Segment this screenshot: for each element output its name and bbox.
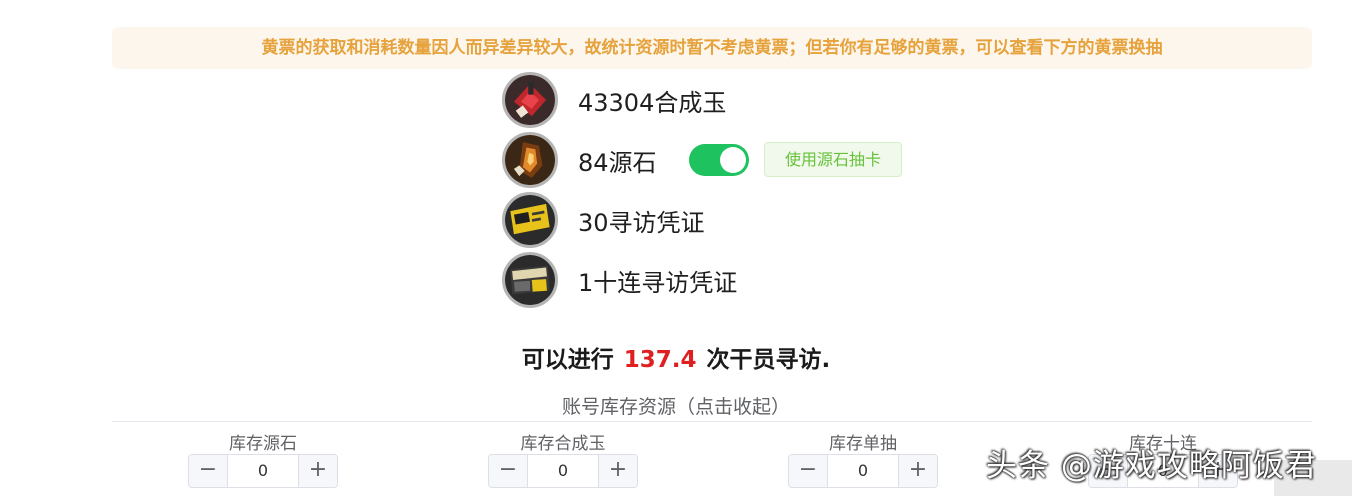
- decrement-button[interactable]: −: [489, 455, 528, 487]
- summary-prefix: 可以进行: [521, 347, 614, 373]
- resource-label: 84源石: [578, 148, 657, 177]
- pull-count-summary: 可以进行 137.4 次干员寻访.: [0, 340, 1352, 374]
- decrement-button[interactable]: −: [789, 455, 828, 487]
- stock-label-originite: 库存源石: [229, 434, 297, 454]
- use-originite-toggle[interactable]: [689, 144, 749, 176]
- stock-label-orundum: 库存合成玉: [520, 434, 606, 454]
- resource-row-ten-roll-permit: 1十连寻访凭证: [502, 250, 737, 310]
- stock-originite-stepper: − 0 +: [188, 454, 338, 488]
- stock-orundum-stepper: − 0 +: [488, 454, 638, 488]
- notice-banner: 黄票的获取和消耗数量因人而异差异较大，故统计资源时暂不考虑黄票；但若你有足够的黄…: [112, 27, 1312, 69]
- increment-button[interactable]: +: [298, 455, 337, 487]
- pull-count-value: 137.4: [623, 347, 697, 373]
- divider: [112, 421, 1312, 422]
- stock-originite-input[interactable]: 0: [228, 455, 298, 487]
- originite-icon: [502, 132, 558, 188]
- ten-roll-permit-icon: [502, 252, 558, 308]
- increment-button[interactable]: +: [598, 455, 637, 487]
- watermark: 头条 @游戏攻略阿饭君: [986, 448, 1317, 484]
- summary-suffix: 次干员寻访.: [706, 347, 831, 373]
- resource-row-originite: 84源石: [502, 130, 657, 190]
- resource-label: 30寻访凭证: [578, 208, 705, 237]
- stock-collapse-toggle[interactable]: 账号库存资源（点击收起）: [0, 392, 1352, 419]
- stock-single-pull-stepper: − 0 +: [788, 454, 938, 488]
- resource-row-headhunting-permit: 30寻访凭证: [502, 190, 705, 250]
- stock-label-single-pull: 库存单抽: [829, 434, 897, 454]
- use-originite-tag: 使用源石抽卡: [764, 142, 902, 177]
- resource-label: 43304合成玉: [578, 88, 727, 117]
- toggle-knob: [720, 147, 746, 173]
- resource-row-orundum: 43304合成玉: [502, 70, 726, 130]
- resource-label: 1十连寻访凭证: [578, 268, 738, 297]
- stock-single-pull-input[interactable]: 0: [828, 455, 898, 487]
- stock-orundum-input[interactable]: 0: [528, 455, 598, 487]
- increment-button[interactable]: +: [898, 455, 937, 487]
- decrement-button[interactable]: −: [189, 455, 228, 487]
- headhunting-permit-icon: [502, 192, 558, 248]
- orundum-icon: [502, 72, 558, 128]
